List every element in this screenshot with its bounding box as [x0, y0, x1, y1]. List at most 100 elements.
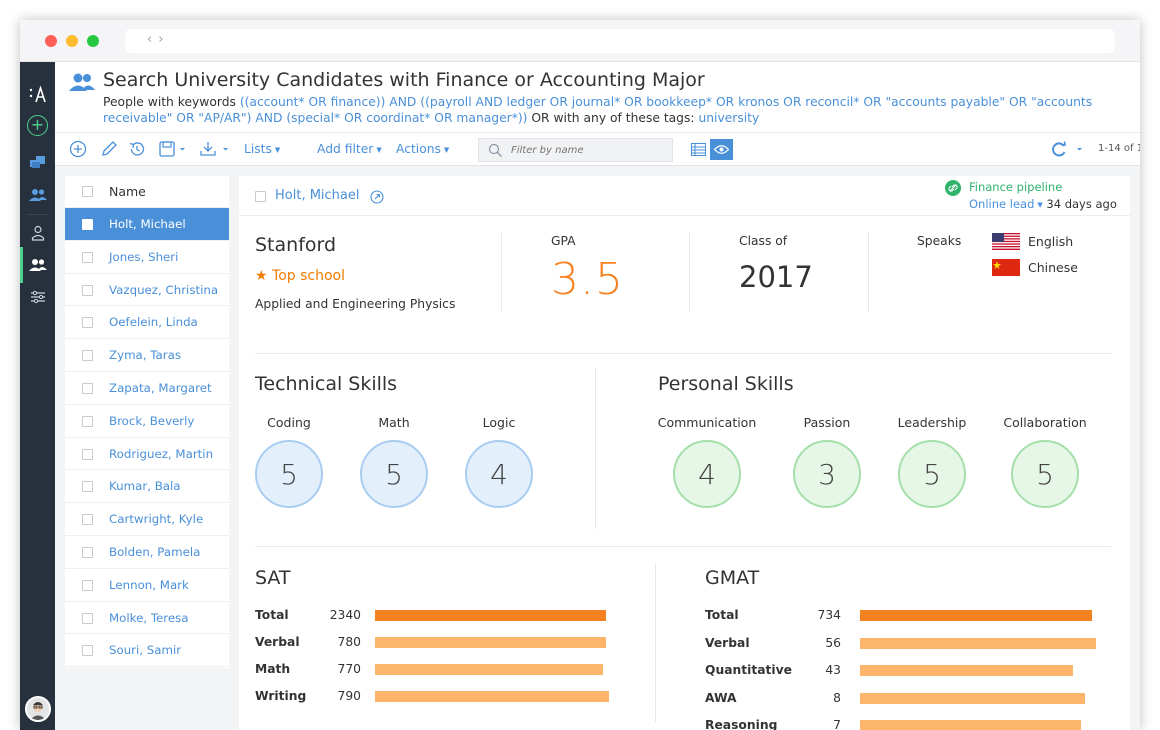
skill-label: Coding	[267, 415, 311, 430]
candidate-name[interactable]: Kumar, Bala	[109, 479, 181, 493]
row-checkbox[interactable]	[82, 579, 93, 591]
row-checkbox[interactable]	[82, 546, 93, 558]
candidate-name[interactable]: Zyma, Taras	[109, 348, 181, 362]
list-item[interactable]: Kumar, Bala	[65, 470, 229, 504]
row-checkbox[interactable]	[82, 645, 93, 657]
skill-label: Logic	[482, 415, 516, 430]
row-checkbox[interactable]	[82, 219, 93, 230]
skill-rating: 5	[1011, 440, 1079, 508]
score-bar	[375, 691, 609, 702]
minimize-window-button[interactable]	[66, 35, 78, 47]
candidate-name[interactable]: Holt, Michael	[109, 217, 186, 231]
candidate-name[interactable]: Rodriguez, Martin	[109, 447, 213, 461]
download-icon[interactable]	[199, 140, 233, 160]
pipeline-name[interactable]: Finance pipeline	[969, 180, 1062, 194]
eye-icon	[714, 145, 729, 154]
detail-view-button[interactable]	[710, 139, 733, 160]
row-checkbox[interactable]	[82, 382, 93, 394]
candidate-name-link[interactable]: Holt, Michael	[275, 188, 360, 203]
people-icon	[69, 72, 95, 96]
candidate-name[interactable]: Lennon, Mark	[109, 578, 189, 592]
page-title: Search University Candidates with Financ…	[103, 69, 705, 91]
candidate-name[interactable]: Oefelein, Linda	[109, 315, 198, 329]
major: Applied and Engineering Physics	[255, 297, 456, 311]
row-checkbox[interactable]	[82, 415, 93, 427]
row-checkbox[interactable]	[82, 514, 93, 526]
score-value: 780	[337, 635, 361, 649]
app-sidebar: +	[20, 62, 55, 730]
candidate-name[interactable]: Souri, Samir	[109, 643, 181, 657]
candidate-name[interactable]: Cartwright, Kyle	[109, 512, 203, 526]
candidate-checkbox[interactable]	[255, 191, 266, 202]
select-all-checkbox[interactable]	[82, 186, 93, 197]
add-new-button[interactable]: +	[20, 110, 55, 140]
candidate-name[interactable]: Vazquez, Christina	[109, 283, 218, 297]
score-bar	[860, 692, 1085, 704]
list-item[interactable]: Cartwright, Kyle	[65, 503, 229, 536]
list-item[interactable]: Rodriguez, Martin	[65, 438, 229, 471]
row-checkbox[interactable]	[82, 448, 93, 460]
list-item[interactable]: Zyma, Taras	[65, 339, 229, 372]
list-item[interactable]: Molke, Teresa	[65, 602, 229, 635]
list-item[interactable]: Bolden, Pamela	[65, 536, 229, 569]
list-item[interactable]: Holt, Michael	[65, 208, 229, 241]
plus-icon: +	[27, 114, 48, 136]
open-external-icon[interactable]	[370, 189, 384, 208]
skill-rating: 3	[793, 440, 861, 508]
boards-icon	[29, 156, 45, 168]
user-avatar[interactable]	[25, 696, 51, 722]
row-checkbox[interactable]	[82, 317, 93, 329]
sidebar-item-settings[interactable]	[20, 282, 55, 312]
nav-arrows-icon[interactable]: ‹›	[147, 32, 169, 47]
score-bar	[375, 637, 606, 648]
score-value: 734	[817, 608, 841, 622]
candidate-name[interactable]: Bolden, Pamela	[109, 545, 200, 559]
row-checkbox[interactable]	[82, 284, 93, 296]
row-checkbox[interactable]	[82, 350, 93, 362]
sidebar-item-people[interactable]	[20, 180, 55, 210]
lead-source-dropdown[interactable]: Online lead	[969, 197, 1034, 211]
filter-by-name-input[interactable]	[511, 142, 661, 158]
list-item[interactable]: Vazquez, Christina	[65, 274, 229, 307]
candidate-name[interactable]: Brock, Beverly	[109, 414, 194, 428]
row-checkbox[interactable]	[82, 251, 93, 263]
lists-dropdown[interactable]: Lists ▼	[244, 142, 280, 156]
list-item[interactable]: Souri, Samir	[65, 634, 229, 668]
list-item[interactable]: Jones, Sheri	[65, 241, 229, 274]
row-checkbox[interactable]	[82, 481, 93, 493]
list-item[interactable]: Oefelein, Linda	[65, 306, 229, 340]
list-item[interactable]: Zapata, Margaret	[65, 372, 229, 405]
close-window-button[interactable]	[45, 35, 57, 47]
candidate-name[interactable]: Zapata, Margaret	[109, 381, 212, 395]
caret-down-icon: ▼	[274, 145, 281, 154]
app-logo-icon[interactable]	[20, 80, 55, 110]
candidate-name[interactable]: Molke, Teresa	[109, 611, 189, 625]
actions-dropdown[interactable]: Actions ▼	[396, 142, 449, 156]
save-icon[interactable]	[158, 140, 190, 160]
sidebar-item-person[interactable]	[20, 218, 55, 248]
sidebar-item-boards[interactable]	[20, 146, 55, 176]
class-year: 2017	[739, 260, 813, 294]
list-view-button[interactable]	[687, 139, 710, 160]
gpa-label: GPA	[551, 234, 576, 248]
list-header: Name	[65, 176, 229, 208]
pencil-icon[interactable]	[100, 140, 120, 160]
name-column-header[interactable]: Name	[109, 184, 146, 199]
add-filter-label: Add filter	[317, 142, 374, 156]
score-label: Total	[255, 608, 289, 622]
history-icon[interactable]	[128, 140, 148, 160]
list-item[interactable]: Brock, Beverly	[65, 405, 229, 438]
score-label: Math	[255, 662, 291, 676]
maximize-window-button[interactable]	[87, 35, 99, 47]
sidebar-item-candidates[interactable]	[20, 250, 55, 280]
list-item[interactable]: Lennon, Mark	[65, 569, 229, 602]
address-bar[interactable]: ‹›	[125, 29, 1115, 53]
candidate-name[interactable]: Jones, Sheri	[109, 250, 178, 264]
refresh-icon[interactable]	[1050, 140, 1088, 160]
row-checkbox[interactable]	[82, 612, 93, 624]
search-tag-link[interactable]: university	[698, 111, 759, 125]
add-circle-icon[interactable]	[69, 140, 89, 160]
title-bar: ‹›	[20, 20, 1140, 62]
score-label: Writing	[255, 689, 307, 703]
add-filter-dropdown[interactable]: Add filter ▼	[317, 142, 382, 156]
